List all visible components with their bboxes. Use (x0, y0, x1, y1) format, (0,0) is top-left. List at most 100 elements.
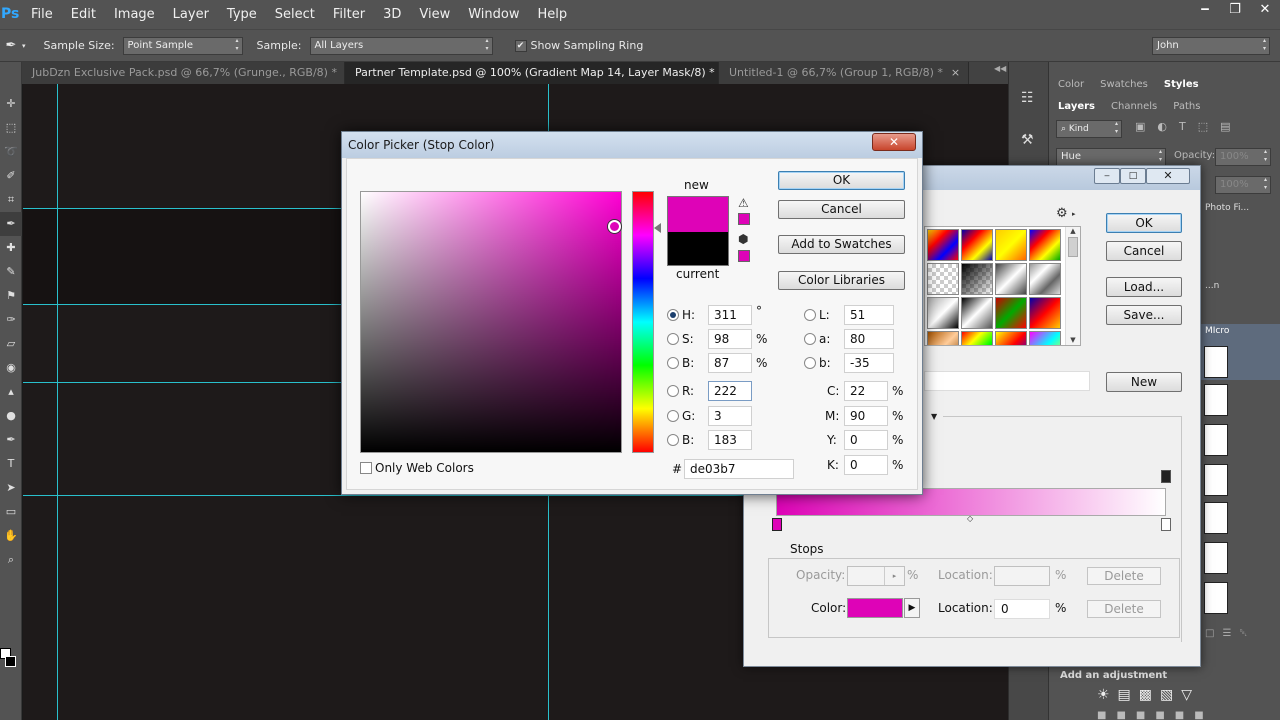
layer-thumbnail[interactable] (1204, 424, 1228, 456)
preset-swatch[interactable] (995, 263, 1027, 295)
quick-select-tool-icon[interactable]: ✐ (0, 164, 22, 188)
blue-field[interactable]: 183 (708, 430, 752, 450)
menu-3d[interactable]: 3D (374, 0, 410, 29)
close-icon[interactable]: ✕ (1146, 168, 1190, 184)
menu-layer[interactable]: Layer (164, 0, 218, 29)
preset-swatch[interactable] (927, 297, 959, 329)
menu-window[interactable]: Window (459, 0, 528, 29)
layer-thumbnail[interactable] (1204, 384, 1228, 416)
maximize-icon[interactable]: □ (1120, 168, 1146, 184)
hand-tool-icon[interactable]: ✋ (0, 524, 22, 548)
tab-layers[interactable]: Layers (1050, 96, 1103, 118)
workspace-select[interactable]: John (1152, 37, 1270, 55)
eyedropper-icon[interactable]: ✒ (0, 212, 22, 236)
preset-swatch[interactable] (995, 331, 1027, 345)
eraser-tool-icon[interactable]: ▱ (0, 332, 22, 356)
menu-filter[interactable]: Filter (324, 0, 374, 29)
healing-tool-icon[interactable]: ✚ (0, 236, 22, 260)
color-stop-right[interactable] (1161, 518, 1171, 531)
type-tool-icon[interactable]: T (0, 452, 22, 476)
tab-styles[interactable]: Styles (1155, 74, 1207, 96)
color-libraries-button[interactable]: Color Libraries (778, 271, 905, 290)
preset-swatch[interactable] (961, 263, 993, 295)
pen-tool-icon[interactable]: ✒ (0, 428, 22, 452)
presets-scrollbar[interactable]: ▲ ▼ (1065, 227, 1080, 345)
saturation-radio[interactable] (667, 333, 679, 345)
dodge-tool-icon[interactable]: ● (0, 404, 22, 428)
preset-swatch[interactable] (961, 331, 993, 345)
hex-field[interactable]: de03b7 (684, 459, 794, 479)
delete-color-stop-button[interactable]: Delete (1087, 600, 1161, 618)
web-safe-cube-icon[interactable]: ⬢ (738, 232, 748, 246)
blur-tool-icon[interactable]: ▴ (0, 380, 22, 404)
brush-tool-icon[interactable]: ✎ (0, 260, 22, 284)
red-field[interactable]: 222 (708, 381, 752, 401)
cancel-button[interactable]: Cancel (778, 200, 905, 219)
preset-swatch[interactable] (927, 331, 959, 345)
history-panel-icon[interactable]: ☷ (1021, 90, 1034, 106)
gradient-cancel-button[interactable]: Cancel (1106, 241, 1182, 261)
fill-field[interactable]: 100% (1215, 176, 1271, 194)
red-radio[interactable] (667, 385, 679, 397)
preset-swatch[interactable] (995, 229, 1027, 261)
layer-thumbnail[interactable] (1204, 502, 1228, 534)
scroll-down-icon[interactable]: ▼ (1066, 336, 1080, 344)
close-button[interactable]: ✕ (1250, 0, 1280, 22)
sample-select[interactable]: All Layers (309, 36, 493, 55)
preset-swatch[interactable] (995, 297, 1027, 329)
tab-channels[interactable]: Channels (1103, 96, 1165, 118)
a-channel-field[interactable]: 80 (844, 329, 894, 349)
tab-untitled-1[interactable]: Untitled-1 @ 66,7% (Group 1, RGB/8) * × (719, 62, 969, 84)
preset-swatch[interactable] (1029, 331, 1061, 345)
hue-field[interactable]: 311 (708, 305, 752, 325)
menu-select[interactable]: Select (266, 0, 324, 29)
tab-partner-template[interactable]: Partner Template.psd @ 100% (Gradient Ma… (345, 62, 732, 84)
tab-color[interactable]: Color (1050, 74, 1092, 96)
preset-swatch[interactable] (1029, 297, 1061, 329)
blend-mode-select[interactable]: Hue (1056, 148, 1166, 166)
stop-opacity-location-field[interactable] (994, 566, 1050, 586)
magenta-field[interactable]: 90 (844, 406, 888, 426)
gradient-new-button[interactable]: New (1106, 372, 1182, 392)
preset-swatch[interactable] (927, 263, 959, 295)
tool-presets-panel-icon[interactable]: ⚒ (1021, 132, 1034, 148)
saturation-brightness-field[interactable] (360, 191, 622, 453)
history-brush-icon[interactable]: ✑ (0, 308, 22, 332)
gradient-presets-grid[interactable]: ▲ ▼ (924, 226, 1081, 346)
add-to-swatches-button[interactable]: Add to Swatches (778, 235, 905, 254)
current-color-swatch[interactable] (667, 232, 729, 266)
menu-help[interactable]: Help (529, 0, 577, 29)
scroll-up-icon[interactable]: ▲ (1066, 227, 1080, 235)
panel-collapse-icon[interactable]: ◀◀ (994, 64, 1006, 73)
menu-type[interactable]: Type (218, 0, 266, 29)
preset-swatch[interactable] (927, 229, 959, 261)
menu-edit[interactable]: Edit (62, 0, 105, 29)
preset-swatch[interactable] (1029, 263, 1061, 295)
layer-thumbnail[interactable] (1204, 542, 1228, 574)
path-select-icon[interactable]: ➤ (0, 476, 22, 500)
hue-slider[interactable] (632, 191, 654, 453)
gradient-ok-button[interactable]: OK (1106, 213, 1182, 233)
gradient-save-button[interactable]: Save... (1106, 305, 1182, 325)
stop-color-arrow-icon[interactable]: ▶ (904, 598, 920, 618)
marquee-tool-icon[interactable]: ⬚ (0, 116, 22, 140)
hue-radio[interactable] (667, 309, 679, 321)
minimize-icon[interactable]: ‒ (1094, 168, 1120, 184)
minimize-button[interactable]: ‒ (1190, 0, 1220, 22)
delete-opacity-stop-button[interactable]: Delete (1087, 567, 1161, 585)
green-field[interactable]: 3 (708, 406, 752, 426)
presets-expand-icon[interactable]: ▸ (1072, 210, 1076, 218)
menu-image[interactable]: Image (105, 0, 164, 29)
close-tab-icon[interactable]: × (951, 66, 960, 79)
layer-thumbnail[interactable] (1204, 582, 1228, 614)
ok-button[interactable]: OK (778, 171, 905, 190)
restore-button[interactable]: ❐ (1220, 0, 1250, 22)
layer-filter-select[interactable]: ⌕ Kind (1056, 120, 1122, 138)
black-field[interactable]: 0 (844, 455, 888, 475)
green-radio[interactable] (667, 410, 679, 422)
gradient-type-chevron-icon[interactable]: ▼ (931, 412, 937, 421)
lightness-radio[interactable] (804, 309, 816, 321)
a-channel-radio[interactable] (804, 333, 816, 345)
sample-size-select[interactable]: Point Sample (122, 36, 243, 55)
scroll-thumb[interactable] (1068, 237, 1078, 257)
